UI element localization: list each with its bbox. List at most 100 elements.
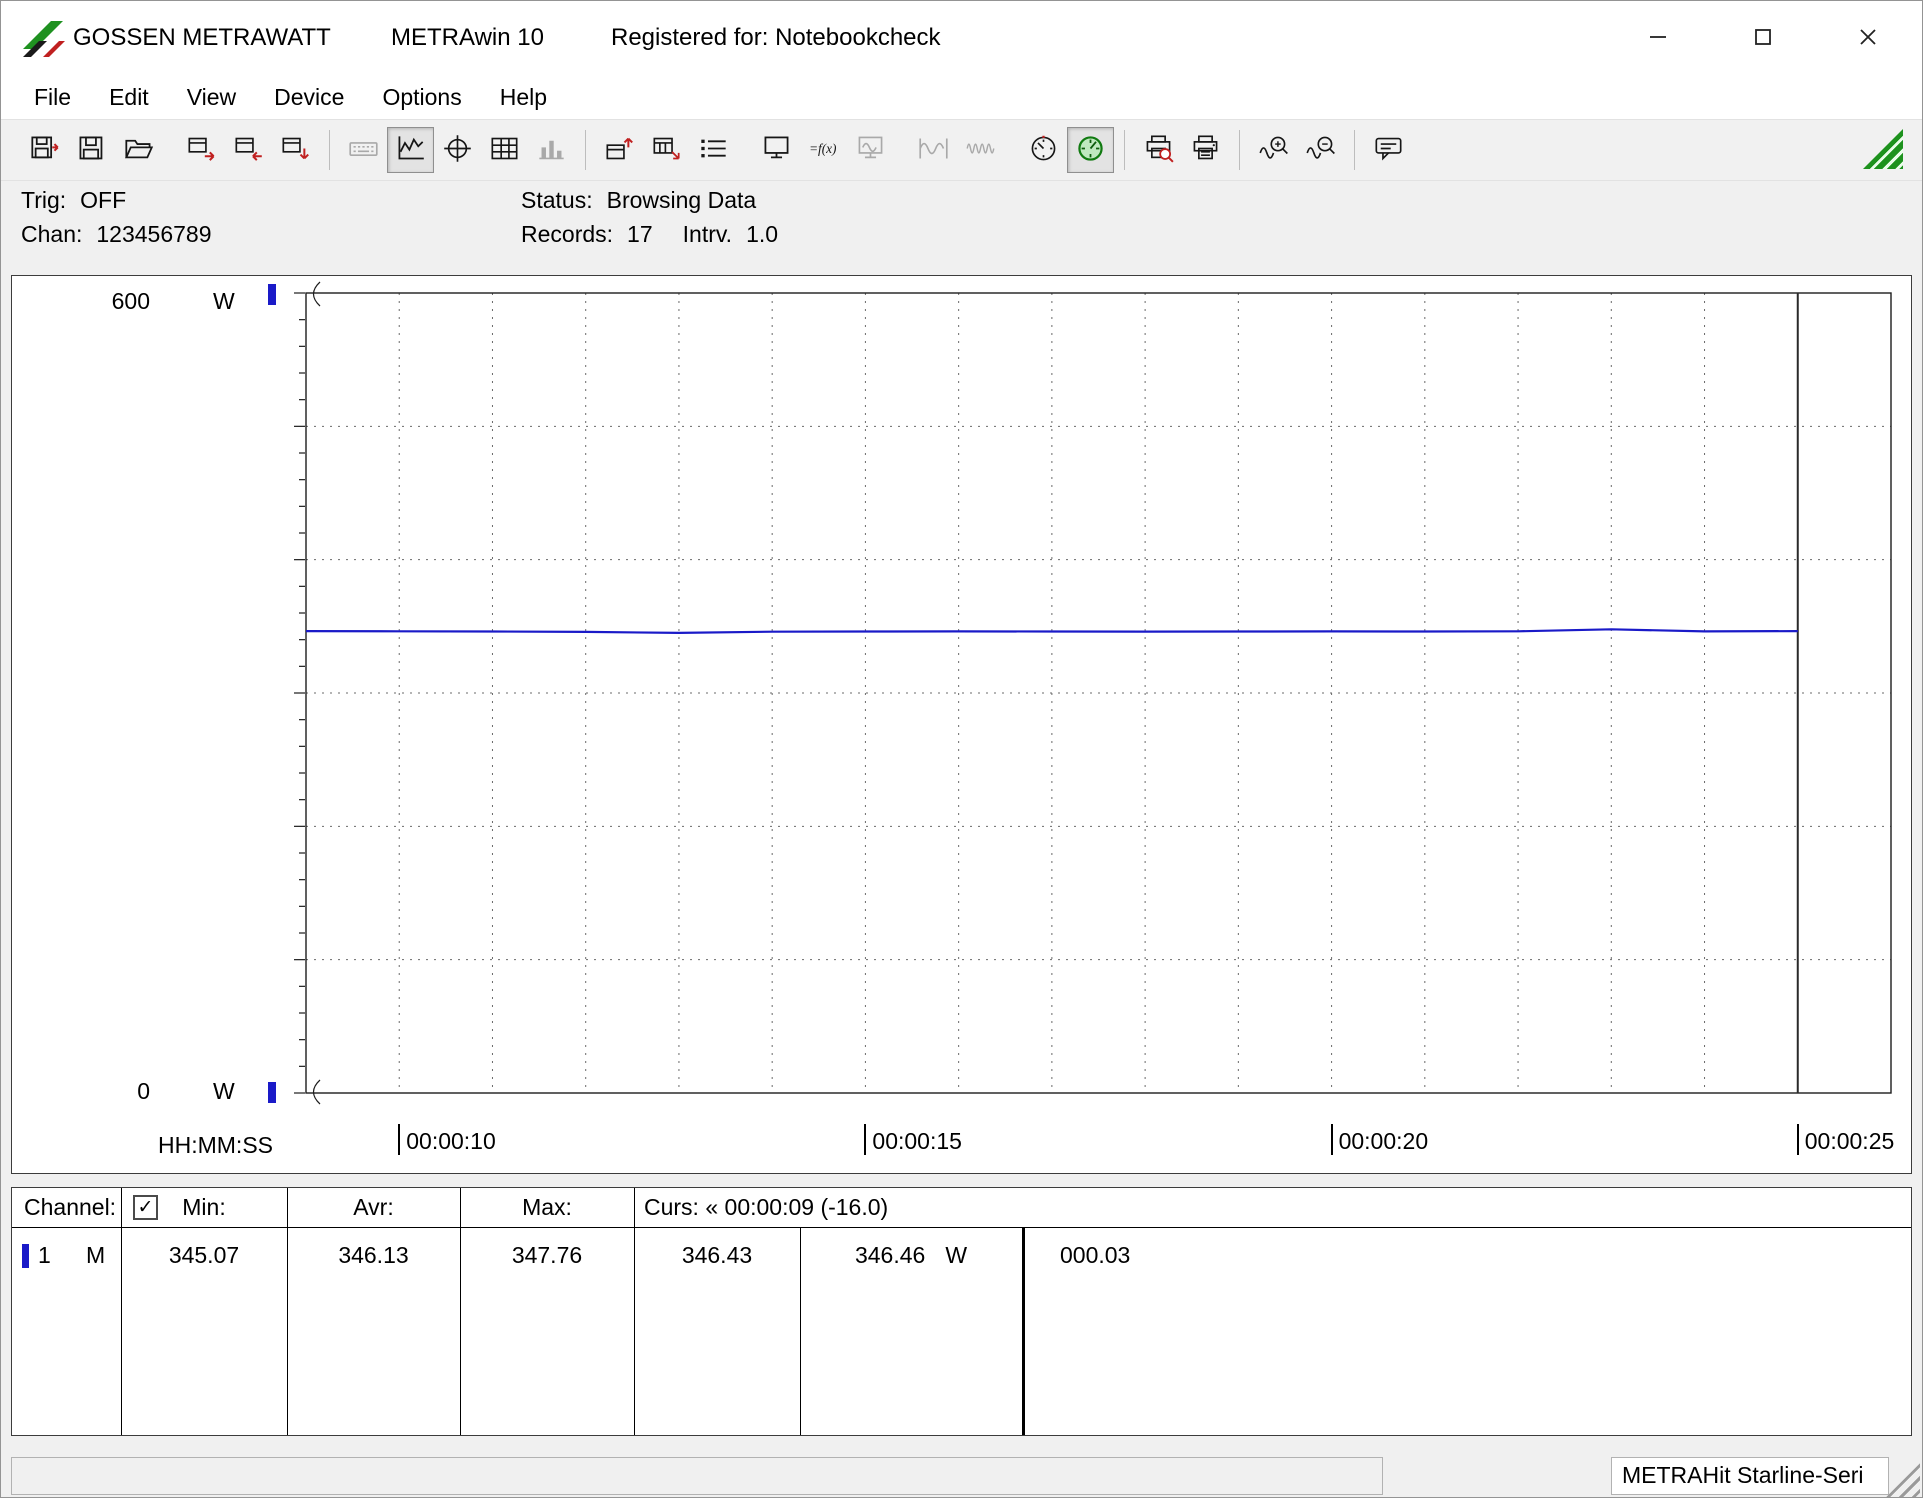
live-meter-button[interactable] (1067, 127, 1114, 173)
column-divider (460, 1188, 461, 1435)
waveform-plot[interactable] (12, 276, 1911, 1173)
toolbar-separator (1124, 130, 1125, 170)
table-header-avr: Avr: (287, 1194, 460, 1221)
compare-curves-button[interactable] (910, 127, 957, 173)
app-name: METRAwin 10 (391, 24, 544, 52)
save-button[interactable] (68, 127, 115, 173)
recording-status: Status:Browsing Data (521, 187, 756, 214)
max-value: 347.76 (460, 1242, 634, 1269)
crosshair-view-button[interactable] (434, 127, 481, 173)
close-icon (1858, 27, 1878, 47)
toolbar-separator (329, 130, 330, 170)
menu-bar: FileEditViewDeviceOptionsHelp (1, 75, 1922, 119)
maximize-button[interactable] (1734, 15, 1792, 59)
zoom-value-button[interactable] (1297, 127, 1344, 173)
zoom-wave-v-icon (1305, 134, 1336, 166)
monitor-icon (761, 134, 792, 166)
resize-grip[interactable] (1884, 1461, 1920, 1497)
crosshair-icon (442, 134, 473, 166)
channel-number: 1 (38, 1242, 51, 1269)
table-header-max: Max: (460, 1194, 634, 1221)
table-header-channel: Channel: (24, 1194, 116, 1221)
app-window: GOSSEN METRAWATT METRAwin 10 Registered … (0, 0, 1923, 1498)
printer-icon (1190, 134, 1221, 166)
wave-dense-icon (965, 134, 996, 166)
column-divider (1022, 1228, 1025, 1435)
records-info: Records:17Intrv.1.0 (521, 221, 778, 248)
curve-icon (395, 134, 426, 166)
window-arrow-right-icon (186, 134, 217, 166)
envelope-curve-button[interactable] (957, 127, 1004, 173)
column-divider (634, 1188, 635, 1435)
menu-item-file[interactable]: File (15, 81, 90, 114)
menu-item-view[interactable]: View (168, 81, 255, 114)
bars-icon (536, 134, 567, 166)
device-name-field: METRAHit Starline-Seri (1611, 1457, 1889, 1495)
minimize-icon (1648, 27, 1668, 47)
menu-item-device[interactable]: Device (255, 81, 363, 114)
status-bar: METRAHit Starline-Seri (1, 1451, 1922, 1498)
cursor-b-value: 346.46W (800, 1242, 1022, 1269)
wave-split-icon (918, 134, 949, 166)
x-tick-label: 00:00:25 (1797, 1124, 1895, 1155)
window-table-icon (651, 134, 682, 166)
window-arrow-up-icon (604, 134, 635, 166)
brand-title: GOSSEN METRAWATT (73, 24, 331, 52)
numeric-view-button[interactable] (340, 127, 387, 173)
import-window-button[interactable] (225, 127, 272, 173)
bar-view-button[interactable] (528, 127, 575, 173)
menu-item-edit[interactable]: Edit (90, 81, 168, 114)
app-logo-icon (21, 15, 65, 59)
print-preview-button[interactable] (1135, 127, 1182, 173)
menu-item-help[interactable]: Help (481, 81, 566, 114)
window-transfer-button[interactable] (596, 127, 643, 173)
export-window-button[interactable] (178, 127, 225, 173)
y-axis-min-label: 0 (72, 1078, 150, 1105)
x-axis-format-label: HH:MM:SS (158, 1132, 273, 1159)
x-tick-label: 00:00:10 (398, 1124, 496, 1155)
store-data-button[interactable] (21, 127, 68, 173)
toolbar-separator (1354, 130, 1355, 170)
table-view-button[interactable] (481, 127, 528, 173)
window-arrow-left-icon (233, 134, 264, 166)
cursor-b-unit: W (945, 1242, 967, 1268)
measurement-table: Channel: ✓ Min: Avr: Max: Curs: « 00:00:… (11, 1187, 1912, 1436)
column-divider (121, 1188, 122, 1435)
y-axis-max-label: 600 (72, 288, 150, 315)
open-button[interactable] (115, 127, 162, 173)
close-button[interactable] (1839, 15, 1897, 59)
channel-list-button[interactable] (690, 127, 737, 173)
list-icon (698, 134, 729, 166)
menu-item-options[interactable]: Options (363, 81, 480, 114)
curve-view-button[interactable] (387, 127, 434, 173)
monitor-button[interactable] (753, 127, 800, 173)
min-value: 345.07 (121, 1242, 287, 1269)
table-icon (489, 134, 520, 166)
trigger-status: Trig:OFF (21, 187, 126, 214)
table-header-min: Min: (121, 1194, 287, 1221)
toolbar-separator (585, 130, 586, 170)
title-bar: GOSSEN METRAWATT METRAwin 10 Registered … (1, 1, 1922, 75)
monitor-curve-button[interactable] (847, 127, 894, 173)
formula-button[interactable]: =f(x) (800, 127, 847, 173)
gauge-green-icon (1075, 134, 1106, 166)
window-grid-button[interactable] (643, 127, 690, 173)
table-header-cursor: Curs: « 00:00:09 (-16.0) (644, 1194, 888, 1221)
zoom-wave-h-icon (1258, 134, 1289, 166)
column-divider (287, 1188, 288, 1435)
meter-clock-button[interactable] (1020, 127, 1067, 173)
print-button[interactable] (1182, 127, 1229, 173)
channel-color-marker (22, 1244, 29, 1268)
floppy-icon (76, 134, 107, 166)
hint-button[interactable] (1365, 127, 1412, 173)
export-device-button[interactable] (272, 127, 319, 173)
zoom-time-button[interactable] (1250, 127, 1297, 173)
channel-id: Chan:123456789 (21, 221, 212, 248)
tooltip-icon (1373, 134, 1404, 166)
x-tick-label: 00:00:15 (864, 1124, 962, 1155)
keyboard-icon (348, 134, 379, 166)
minimize-button[interactable] (1629, 15, 1687, 59)
avr-value: 346.13 (287, 1242, 460, 1269)
fx-icon: =f(x) (808, 134, 839, 166)
svg-text:=f(x): =f(x) (809, 141, 837, 156)
